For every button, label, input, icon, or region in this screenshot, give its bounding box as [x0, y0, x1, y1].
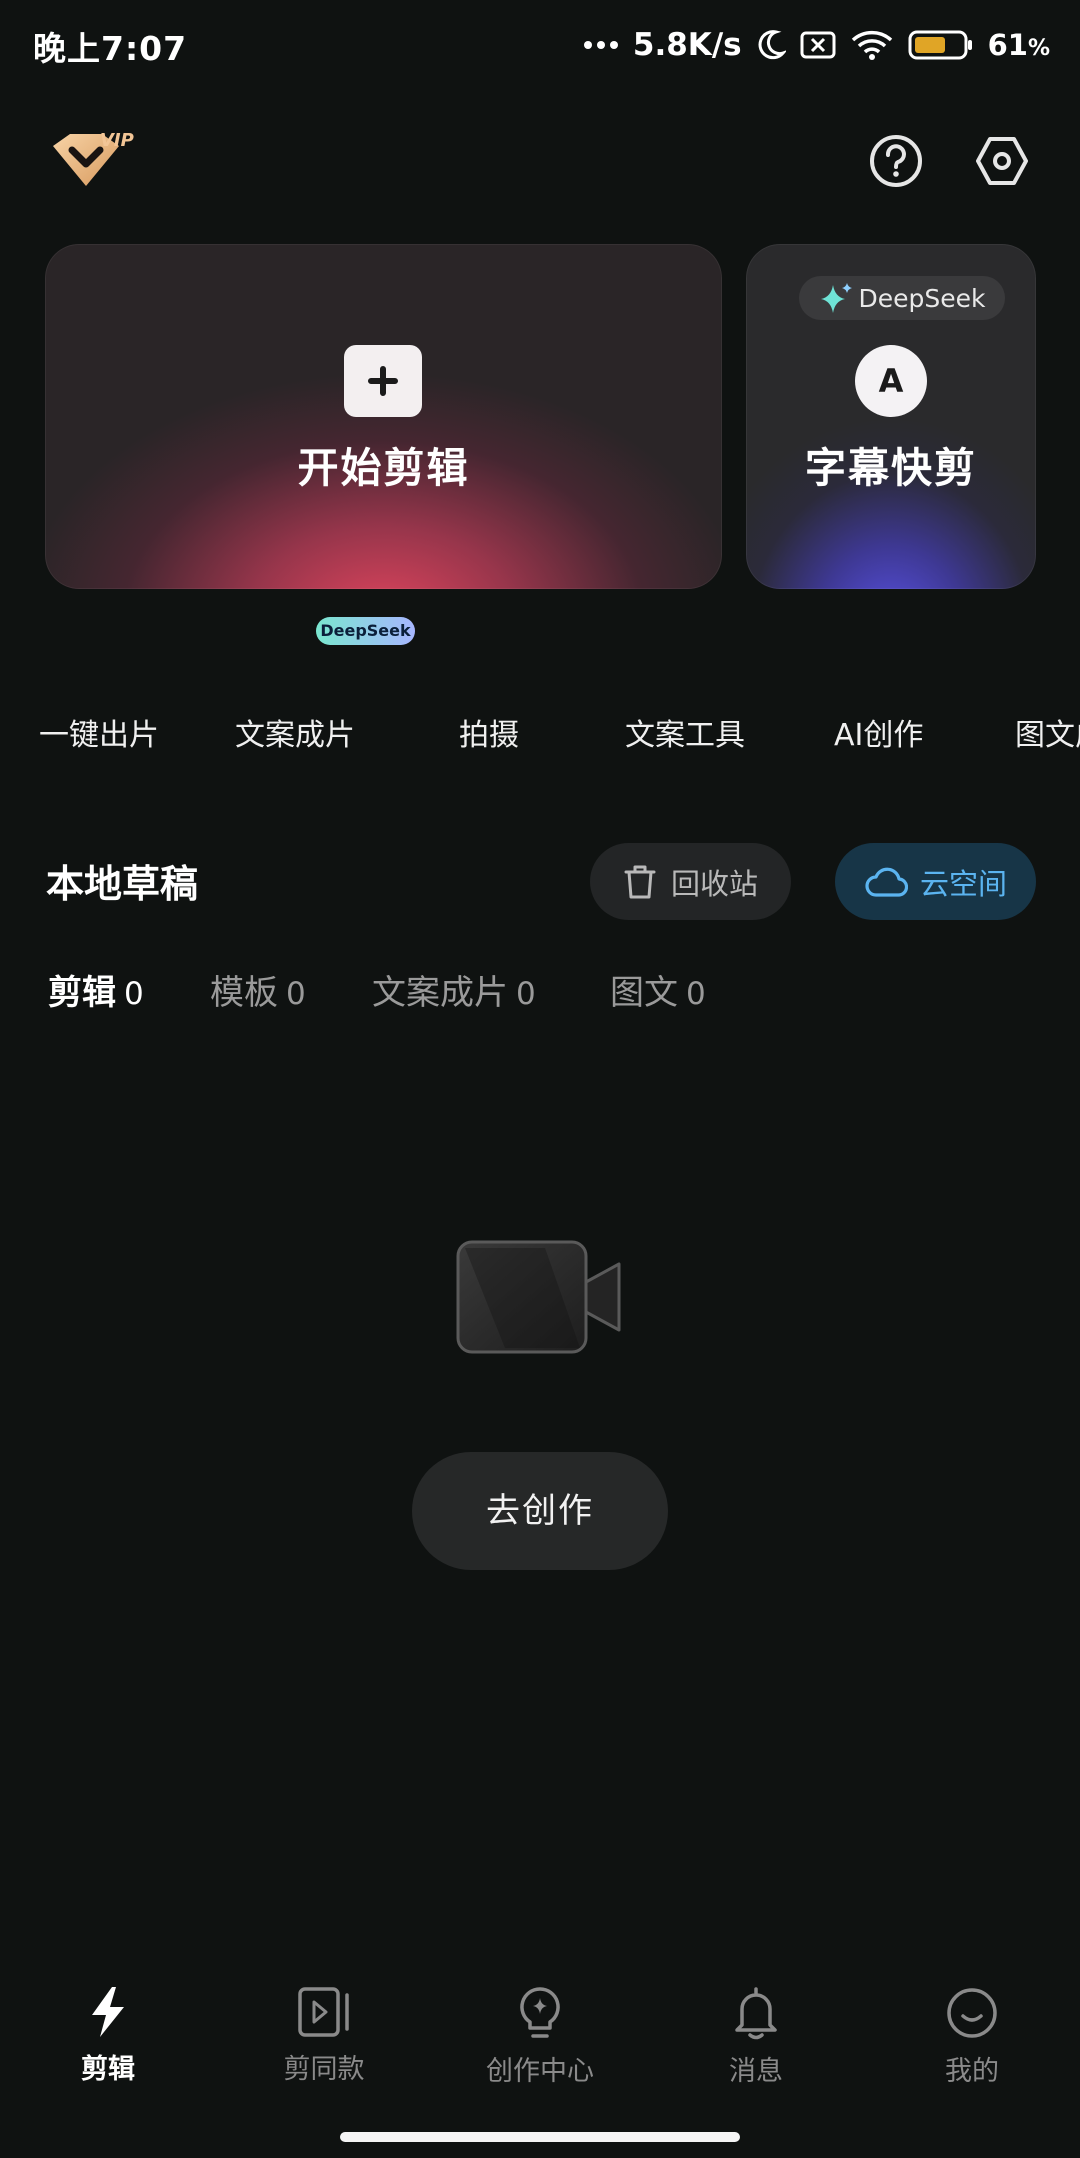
lightbulb-icon	[520, 1987, 560, 2038]
deepseek-pill-label: DeepSeek	[858, 283, 986, 313]
wifi-icon	[851, 30, 892, 60]
nav-creation-center-label: 创作中心	[486, 2056, 594, 2087]
letter-a-icon: A	[855, 345, 927, 417]
smiley-icon	[947, 1988, 997, 2038]
help-icon[interactable]	[868, 133, 924, 189]
bell-icon	[735, 1987, 777, 2040]
moon-icon	[758, 30, 786, 60]
recycle-bin-label: 回收站	[670, 866, 758, 901]
nav-messages-label: 消息	[729, 2056, 783, 2087]
tab-script-video[interactable]: 文案成片 0	[372, 965, 610, 1014]
drafts-title: 本地草稿	[46, 862, 199, 906]
subtitle-cut-card[interactable]: DeepSeek A 字幕快剪	[746, 244, 1036, 589]
vip-label: VIP	[100, 130, 134, 151]
tab-image-text[interactable]: 图文 0	[610, 965, 706, 1014]
tool-script-to-video[interactable]: 文案成片	[235, 710, 355, 754]
cloud-space-label: 云空间	[919, 866, 1007, 901]
sparkle-icon	[820, 283, 852, 313]
nav-profile[interactable]: 我的	[864, 1985, 1080, 2088]
trash-icon	[624, 865, 656, 898]
home-indicator[interactable]	[340, 2132, 740, 2142]
nav-same-style-label: 剪同款	[283, 2054, 365, 2085]
battery-icon	[908, 30, 972, 60]
bottom-nav: 剪辑 剪同款 创作中心 消息 我的	[0, 1985, 1080, 2105]
nav-edit-label: 剪辑	[81, 2054, 135, 2085]
vip-logo[interactable]: VIP	[50, 128, 140, 198]
tool-ai-create[interactable]: AI创作	[834, 710, 923, 754]
nav-profile-label: 我的	[945, 2056, 999, 2087]
recycle-bin-button[interactable]: 回收站	[590, 843, 791, 920]
dots-icon	[583, 41, 618, 49]
tool-one-click[interactable]: 一键出片	[39, 710, 159, 754]
nav-messages[interactable]: 消息	[648, 1985, 864, 2088]
subtitle-cut-title: 字幕快剪	[805, 444, 977, 492]
start-edit-title: 开始剪辑	[297, 444, 470, 492]
tool-shoot[interactable]: 拍摄	[459, 710, 519, 754]
nav-edit[interactable]: 剪辑	[0, 1985, 216, 2086]
nav-creation-center[interactable]: 创作中心	[432, 1985, 648, 2088]
cloud-icon	[865, 867, 908, 897]
nav-same-style[interactable]: 剪同款	[216, 1985, 432, 2086]
no-sim-icon	[800, 31, 836, 59]
lightning-icon	[92, 1987, 124, 2037]
plus-icon	[344, 345, 422, 417]
status-icons: 5.8K/s 61%	[583, 22, 1050, 68]
draft-tabs: 剪辑 0 模板 0 文案成片 0 图文 0	[48, 965, 706, 1014]
deepseek-pill: DeepSeek	[799, 276, 1005, 320]
go-create-button[interactable]: 去创作	[412, 1452, 668, 1570]
video-play-icon	[298, 1987, 349, 2037]
tool-image-text[interactable]: 图文成片	[1015, 710, 1080, 754]
tool-copywriting[interactable]: 文案工具	[625, 710, 745, 754]
tab-template[interactable]: 模板 0	[210, 965, 372, 1014]
start-edit-card[interactable]: 开始剪辑	[45, 244, 722, 589]
deepseek-badge: DeepSeek	[316, 617, 415, 645]
battery-level: 61%	[987, 28, 1050, 62]
tab-edit[interactable]: 剪辑 0	[48, 965, 210, 1014]
cloud-space-button[interactable]: 云空间	[835, 843, 1036, 920]
net-speed: 5.8K/s	[632, 27, 742, 63]
status-time: 晚上7:07	[33, 29, 188, 68]
settings-icon[interactable]	[974, 133, 1030, 189]
video-camera-icon	[456, 1240, 621, 1354]
tools-row: 一键出片 文案成片 拍摄 文案工具 AI创作 图文成片	[0, 710, 1080, 760]
